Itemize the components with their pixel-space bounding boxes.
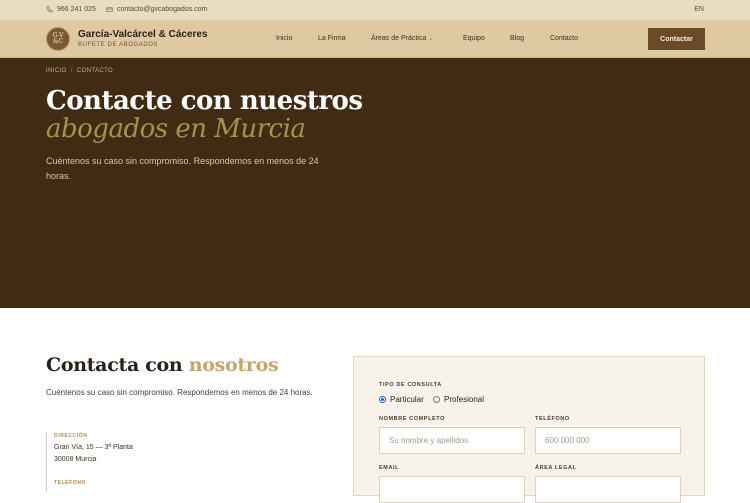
envelope-icon <box>106 7 113 12</box>
main-navbar: G-V &C García-Valcárcel & Cáceres BUFETE… <box>0 20 750 58</box>
breadcrumb-current: CONTACTO <box>76 68 114 74</box>
topbar-phone[interactable]: 966 241 025 <box>46 6 96 13</box>
radio-profesional[interactable]: Profesional <box>433 395 484 404</box>
nav-item-contacto[interactable]: Contacto <box>550 35 578 42</box>
consulta-type-label: TIPO DE CONSULTA <box>379 382 442 388</box>
contact-section-title: Contacta con nosotros <box>46 354 279 376</box>
contact-title-main: Contacta con <box>46 354 189 376</box>
address-line-2: 30008 Murcia <box>54 456 97 463</box>
language-switch[interactable]: EN <box>694 6 704 13</box>
topbar-phone-text: 966 241 025 <box>57 6 96 13</box>
nav-item-la-firma[interactable]: La Firma <box>318 35 346 42</box>
name-field-label: NOMBRE COMPLETO <box>379 416 446 422</box>
radio-particular-indicator[interactable] <box>379 396 386 403</box>
contact-title-accent: nosotros <box>188 354 279 376</box>
hero-title: Contacte con nuestros <box>46 86 363 116</box>
nav-item-areas-label: Áreas de Práctica <box>371 35 427 42</box>
nav-item-inicio[interactable]: Inicio <box>276 35 292 42</box>
breadcrumb: INICIO / CONTACTO <box>46 68 113 74</box>
email-field-label: EMAIL <box>379 465 400 471</box>
logo-seal-line2: &C <box>53 38 63 45</box>
breadcrumb-separator: / <box>70 68 73 74</box>
topbar-email[interactable]: contacto@gvcabogados.com <box>106 6 207 13</box>
nav-item-equipo[interactable]: Equipo <box>463 35 485 42</box>
name-input[interactable] <box>380 428 524 453</box>
phone-info-label: TELÉFONO <box>54 480 87 486</box>
nav-item-blog[interactable]: Blog <box>510 35 524 42</box>
radio-profesional-label: Profesional <box>444 395 485 404</box>
email-field[interactable] <box>379 476 525 503</box>
chevron-down-icon: ⌄ <box>428 36 434 42</box>
logo-seal[interactable]: G-V &C <box>46 27 70 51</box>
address-block: DIRECCIÓN Gran Vía, 15 — 3ª Planta 30008… <box>46 432 246 492</box>
area-field-label: ÁREA LEGAL <box>535 465 577 471</box>
contact-lead: Cuéntenos su caso sin compromiso. Respon… <box>46 388 313 397</box>
address-label: DIRECCIÓN <box>54 433 88 439</box>
contactar-button[interactable]: Contactar <box>648 28 705 50</box>
contact-form: TIPO DE CONSULTA Particular Profesional … <box>353 356 705 503</box>
email-input[interactable] <box>380 477 524 502</box>
brand-subtitle: BUFETE DE ABOGADOS <box>78 42 159 48</box>
topbar-email-text: contacto@gvcabogados.com <box>117 6 208 13</box>
brand-name[interactable]: García-Valcárcel & Cáceres <box>78 29 208 40</box>
radio-profesional-indicator[interactable] <box>433 396 440 403</box>
phone-input[interactable] <box>536 428 680 453</box>
hero-title-accent: abogados en Murcia <box>46 114 306 144</box>
breadcrumb-inicio[interactable]: INICIO <box>46 68 67 74</box>
radio-particular[interactable]: Particular <box>379 395 424 404</box>
name-field[interactable] <box>379 427 525 454</box>
phone-icon <box>46 6 53 13</box>
nav-item-areas-de-practica[interactable]: Áreas de Práctica ⌄ <box>371 35 433 42</box>
hero-lead: Cuéntenos su caso sin compromiso. Respon… <box>46 156 319 181</box>
address-line-1: Gran Vía, 15 — 3ª Planta <box>54 444 133 451</box>
top-bar: 966 241 025 contacto@gvcabogados.com EN <box>0 0 750 20</box>
phone-field-label: TELÉFONO <box>535 416 570 422</box>
phone-field[interactable] <box>535 427 681 454</box>
radio-particular-label: Particular <box>390 395 424 404</box>
area-select[interactable] <box>535 476 681 503</box>
